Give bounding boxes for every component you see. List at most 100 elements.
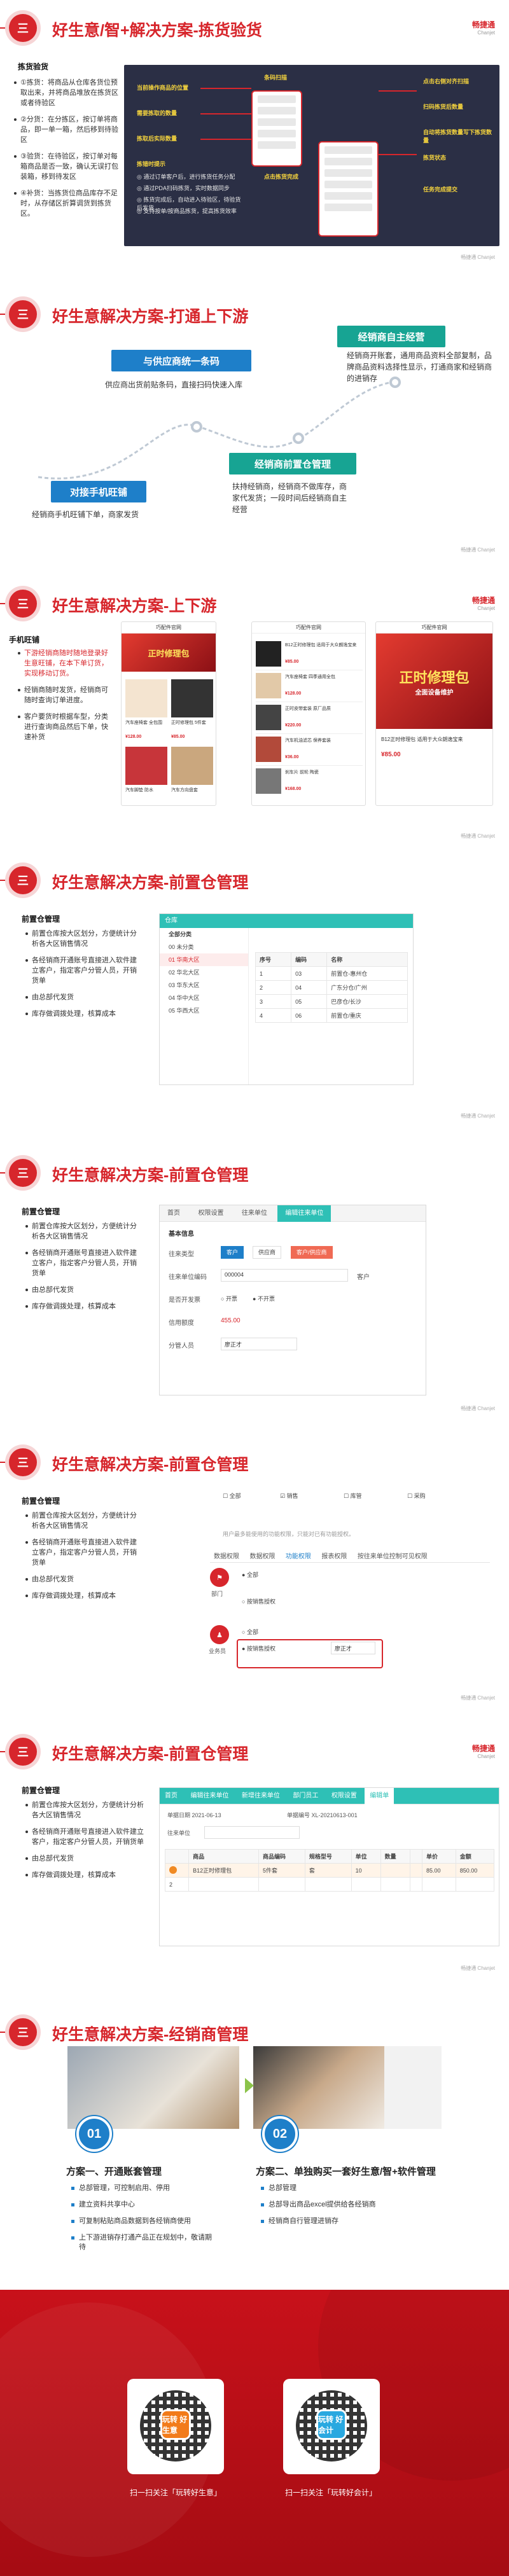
field-label: 往来单位编码 [169,1274,207,1281]
product-image[interactable] [125,679,167,717]
page: 三 好生意/智+解决方案-拣货验货 畅捷通 Chanjet 拣货验货 ①拣货：将… [0,0,509,2576]
tree-item[interactable]: 05 华西大区 [160,1004,248,1017]
type-customer-button[interactable]: 客户 [221,1246,244,1259]
table-row[interactable]: B12正时修理包 5件套 套 10 85.00 850.00 [164,1863,495,1878]
tab-data2[interactable]: 数据权限 [246,1549,279,1565]
field-label: 分管人员 [169,1343,194,1350]
photo-placeholder [384,2046,442,2129]
feature-item: 经销商随时发货，经销商可随时查询订单进度。 [18,685,113,705]
feature-item: 各经销商开通账号直接进入软件建立客户，指定客户分管人员，开销货单 [25,1248,143,1278]
tab-warehouse[interactable]: 仓库 [160,914,413,928]
tab-bar: 首页 编辑往来单位 新增往来单位 部门员工 权限设置 编辑单 [160,1788,499,1804]
tab-partner-visibility[interactable]: 按往来单位控制可见权限 [354,1549,431,1565]
note-label: 当前操作商品的位置 [137,85,189,91]
board-paragraph: ◎ 支持按单/按商品拣货，提高拣货效率 [137,208,237,214]
feature-item: 由总部代发货 [25,1574,143,1584]
table-row[interactable]: 3 05 巴彦仓/长沙 [254,994,408,1009]
column-header: 序号 [254,952,292,967]
credit-limit-value[interactable]: 455.00 [221,1317,241,1324]
check-sales[interactable]: ☑ 销售 [280,1492,298,1500]
board-paragraph: ◎ 通过订单客户后，进行拣货任务分配 [137,174,235,180]
list-item[interactable]: 汽车机油滤芯 保养套装 ¥36.00 [256,734,363,766]
tree-item[interactable]: 03 华东大区 [160,979,248,992]
desc-unified-barcode: 供应商出货前贴条码，直接扫码快速入库 [105,380,243,389]
feature-item: 库存做调拨处理，核算成本 [25,1591,143,1601]
tree-item[interactable]: 04 华中大区 [160,992,248,1004]
qr-code-haokuaiji[interactable]: 玩转 好会计 [283,2379,380,2474]
tab[interactable]: 首页 [160,1788,183,1804]
product-image[interactable] [125,747,167,785]
tab-function[interactable]: 功能权限 [282,1549,315,1565]
sales-self-radio[interactable]: ● 按销售授权 [242,1644,275,1652]
salesperson-select[interactable]: 廖正才 [331,1642,375,1654]
sales-all-radio[interactable]: ○ 全部 [242,1628,258,1636]
tab-permissions[interactable]: 权限设置 [190,1205,231,1222]
dept-self-radio[interactable]: ○ 按销售授权 [242,1597,275,1605]
section-number-badge: 三 [9,1159,37,1187]
check-purchase[interactable]: ☐ 采购 [407,1492,426,1500]
check-all[interactable]: ☐ 全部 [223,1492,241,1500]
note-label: 需要拣取的数量 [137,110,178,116]
detail-price: ¥85.00 [381,751,401,758]
section-label: 手机旺铺 [9,635,40,644]
owner-select[interactable]: 廖正才 [221,1338,297,1350]
table-row[interactable]: 2 [164,1877,495,1892]
product-image[interactable] [171,679,213,717]
table-row[interactable]: 4 06 前置仓/重庆 [254,1008,408,1023]
type-both-button[interactable]: 客户/供应商 [291,1246,333,1259]
plan-item: 经销商自行管理进销存 [261,2217,445,2226]
timeline-node [293,433,304,444]
product-image[interactable] [171,747,213,785]
tab-edit-partner[interactable]: 编辑往来单位 [277,1205,331,1222]
tab[interactable]: 部门员工 [288,1788,323,1804]
customer-tag: 客户 [357,1274,370,1281]
slide-title: 好生意解决方案-经销商管理 [52,2026,249,2044]
type-supplier-button[interactable]: 供应商 [253,1246,282,1259]
tab-active[interactable]: 编辑单 [365,1788,394,1804]
tree-item[interactable]: 02 华北大区 [160,966,248,979]
slide-header: 三 好生意解决方案-前置仓管理 [0,861,509,899]
product-hero-image: 正时修理包 全面设备维护 [376,634,492,729]
section-number-badge: 三 [9,14,37,42]
tree-item[interactable]: 00 未分类 [160,941,248,953]
no-invoice-radio[interactable]: ● 不开票 [253,1294,275,1303]
tab-partners[interactable]: 往来单位 [234,1205,275,1222]
tab[interactable]: 新增往来单位 [237,1788,285,1804]
tab-bar: 首页 权限设置 往来单位 编辑往来单位 [160,1205,426,1222]
customer-input[interactable] [204,1826,300,1839]
table-row[interactable]: 1 03 前置仓-惠州仓 [254,966,408,981]
plan1-list: 总部管理，可控制启用、停用 建立资料共享中心 可复制粘贴商品数据到各经销商使用 … [71,2184,218,2259]
feature-list: 前置仓库按大区划分，方便统计分析各大区销售情况 各经销商开通账号直接进入软件建立… [25,1221,143,1318]
list-item[interactable]: 正时皮带套装 原厂品质 ¥220.00 [256,702,363,734]
note-label: 条码扫描 [264,74,288,81]
pda-demo-board: 当前操作商品的位置 需要拣取的数量 拣取后实际数量 拣错时提示 ◎ 通过订单客户… [124,65,499,246]
timeline-node [191,421,202,433]
feature-list: 前置仓库按大区划分，方便统计分析各大区销售情况 各经销商开通账号直接进入软件建立… [25,929,143,1025]
feature-list: 下游经销商随时随地登录好生意旺铺，在本下单订货，实现移动订货。 经销商随时发货，… [18,648,113,749]
table-row[interactable]: 2 04 广东分仓/广州 [254,980,408,995]
tab-data[interactable]: 数据权限 [210,1549,243,1565]
product-name: 汽车方向盘套 [171,788,198,793]
phone-screen-detail: 巧配件官网 正时修理包 全面设备维护 B12正时修理包 适用于大众朗逸宝来 ¥8… [375,621,493,806]
list-item[interactable]: 刹车片 前轮 陶瓷 ¥168.00 [256,766,363,798]
check-stock[interactable]: ☐ 库管 [344,1492,362,1500]
list-item[interactable]: 汽车座椅套 四季通用全包 ¥128.00 [256,670,363,702]
qr-code-haoshengyi[interactable]: 玩转 好生意 [127,2379,224,2474]
invoice-radio[interactable]: ○ 开票 [221,1294,237,1303]
tab[interactable]: 权限设置 [326,1788,362,1804]
tab-report[interactable]: 报表权限 [317,1549,351,1565]
code-input[interactable]: 000004 [221,1269,348,1282]
tree-root[interactable]: 全部分类 [160,928,248,941]
app-logo-icon: 玩转 好会计 [316,2409,347,2440]
dept-all-radio[interactable]: ● 全部 [242,1570,258,1579]
promo-banner[interactable]: 正时修理包 [122,634,216,672]
qr-section: 玩转 好生意 玩转 好会计 扫一扫关注「玩转好生意」 扫一扫关注「玩转好会计」 [0,2290,509,2576]
tab-home[interactable]: 首页 [160,1205,188,1222]
feature-item: 各经销商开通账号直接进入软件建立客户，指定客户分管人员，开销货单 [25,1827,146,1847]
tab[interactable]: 编辑往来单位 [185,1788,234,1804]
list-item[interactable]: B12正时修理包 适用于大众朗逸宝来 ¥85.00 [256,639,363,670]
section-number-badge: 三 [9,1448,37,1476]
slide-title: 好生意解决方案-前置仓管理 [52,874,249,892]
plan2-number: 02 [262,2116,298,2152]
tree-item[interactable]: 01 华南大区 [160,953,248,966]
